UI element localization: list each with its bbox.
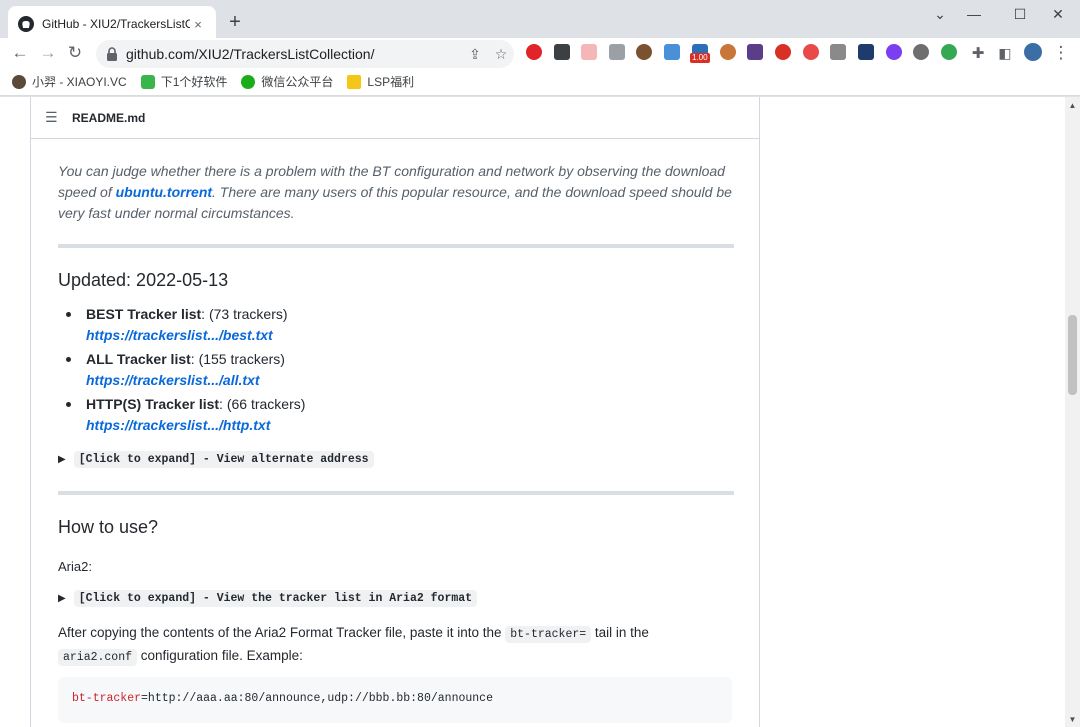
tab-close-button[interactable]: × bbox=[190, 16, 206, 32]
bookmark-label: 小羿 - XIAOYI.VC bbox=[32, 75, 127, 89]
readme-filename: README.md bbox=[72, 110, 146, 125]
right-sidebar bbox=[760, 97, 1065, 727]
bookmarks-bar: 小羿 - XIAOYI.VC 下1个好软件 微信公众平台 LSP福利 bbox=[0, 68, 1080, 96]
bookmark-label: LSP福利 bbox=[367, 75, 415, 89]
tracker-link[interactable]: https://trackerslist.../best.txt bbox=[86, 325, 734, 346]
page-viewport: ☰ README.md You can judge whether there … bbox=[0, 97, 1080, 727]
wechat-icon bbox=[241, 74, 256, 89]
tracker-count: : (155 trackers) bbox=[190, 351, 285, 367]
title-bar: GitHub - XIU2/TrackersListColl × + ⌄ — ☐… bbox=[0, 0, 1080, 42]
new-tab-button[interactable]: + bbox=[224, 11, 246, 33]
extension-icon[interactable] bbox=[554, 44, 570, 60]
list-item: ALL Tracker list: (155 trackers) https://… bbox=[58, 349, 734, 391]
aria2-conf-code: aria2.conf bbox=[58, 649, 138, 666]
tracker-name: ALL Tracker list bbox=[86, 351, 191, 367]
alternate-address-toggle[interactable]: ▶ [Click to expand] - View alternate add… bbox=[58, 451, 374, 468]
url-text: github.com/XIU2/TrackersListCollection/ bbox=[126, 46, 375, 62]
github-icon bbox=[18, 16, 34, 32]
avatar[interactable] bbox=[1024, 43, 1042, 61]
bookmark-label: 微信公众平台 bbox=[261, 75, 334, 89]
reload-icon[interactable]: ↻ bbox=[64, 42, 86, 64]
extension-icon[interactable] bbox=[803, 44, 819, 60]
usage-paragraph: After copying the contents of the Aria2 … bbox=[58, 622, 698, 668]
extension-icon[interactable] bbox=[913, 44, 929, 60]
triangle-right-icon: ▶ bbox=[58, 454, 66, 465]
bookmark-icon bbox=[12, 74, 26, 89]
extension-icon[interactable] bbox=[941, 44, 957, 60]
list-icon[interactable]: ☰ bbox=[45, 109, 59, 126]
browser-toolbar: ← → ↻ github.com/XIU2/TrackersListCollec… bbox=[0, 38, 1080, 68]
extension-icon[interactable] bbox=[886, 44, 902, 60]
scroll-up-icon[interactable]: ▲ bbox=[1065, 97, 1080, 113]
code-key: bt-tracker bbox=[72, 692, 142, 705]
list-item: BEST Tracker list: (73 trackers) https://… bbox=[58, 304, 734, 346]
opera-extension-icon[interactable] bbox=[526, 44, 542, 60]
bt-tracker-code: bt-tracker= bbox=[505, 626, 592, 643]
divider bbox=[58, 491, 734, 495]
address-bar[interactable]: github.com/XIU2/TrackersListCollection/ … bbox=[96, 40, 514, 68]
code-block[interactable]: bt-tracker=http://aaa.aa:80/announce,udp… bbox=[58, 677, 732, 723]
extension-icon[interactable] bbox=[664, 44, 680, 60]
tracker-name: HTTP(S) Tracker list bbox=[86, 396, 220, 412]
forward-icon[interactable]: → bbox=[37, 42, 59, 64]
readme-header: ☰ README.md bbox=[31, 97, 759, 139]
bookmark-label: 下1个好软件 bbox=[160, 75, 228, 89]
tracker-count: : (73 trackers) bbox=[201, 306, 288, 322]
browser-tab[interactable]: GitHub - XIU2/TrackersListColl × bbox=[8, 6, 216, 42]
tracker-name: BEST Tracker list bbox=[86, 306, 202, 322]
side-panel-icon[interactable]: ◧ bbox=[994, 42, 1016, 64]
triangle-right-icon: ▶ bbox=[58, 593, 66, 604]
usage-text: configuration file. Example: bbox=[137, 648, 303, 663]
extension-icon[interactable] bbox=[636, 44, 652, 60]
intro-paragraph: You can judge whether there is a problem… bbox=[58, 161, 734, 224]
extension-icon[interactable] bbox=[830, 44, 846, 60]
close-window-button[interactable]: ✕ bbox=[1038, 4, 1078, 24]
divider bbox=[58, 244, 734, 248]
tab-title: GitHub - XIU2/TrackersListColl bbox=[42, 17, 190, 31]
scrollbar-thumb[interactable] bbox=[1068, 315, 1077, 395]
expand-alternate-label: [Click to expand] - View alternate addre… bbox=[73, 451, 374, 468]
left-gutter bbox=[0, 97, 30, 727]
howto-heading: How to use? bbox=[58, 517, 159, 537]
bookmark-item[interactable]: 微信公众平台 bbox=[241, 73, 333, 90]
tracker-link[interactable]: https://trackerslist.../all.txt bbox=[86, 370, 734, 391]
extension-icon[interactable] bbox=[747, 44, 763, 60]
bookmark-item[interactable]: 小羿 - XIAOYI.VC bbox=[12, 73, 127, 90]
share-icon[interactable]: ⇪ bbox=[462, 46, 488, 63]
menu-icon[interactable]: ⋮ bbox=[1050, 42, 1072, 64]
scroll-down-icon[interactable]: ▼ bbox=[1065, 711, 1080, 727]
tracker-count: : (66 trackers) bbox=[219, 396, 306, 412]
extension-icon[interactable] bbox=[581, 44, 597, 60]
vertical-scrollbar[interactable]: ▲ ▼ bbox=[1065, 97, 1080, 727]
extension-icon[interactable]: 1.00 bbox=[690, 44, 710, 63]
list-item: HTTP(S) Tracker list: (66 trackers) https… bbox=[58, 394, 734, 436]
bookmark-icon bbox=[140, 74, 155, 89]
extension-icon[interactable] bbox=[775, 44, 791, 60]
extension-icon[interactable] bbox=[720, 44, 736, 60]
extension-badge: 1.00 bbox=[690, 53, 710, 63]
star-icon[interactable]: ☆ bbox=[488, 46, 514, 63]
tracker-list: BEST Tracker list: (73 trackers) https://… bbox=[58, 304, 734, 439]
lock-icon bbox=[107, 47, 117, 61]
folder-icon bbox=[347, 74, 362, 89]
readme-panel: ☰ README.md You can judge whether there … bbox=[30, 97, 760, 727]
usage-text: tail in the bbox=[591, 625, 649, 640]
tracker-link[interactable]: https://trackerslist.../http.txt bbox=[86, 415, 734, 436]
ubuntu-torrent-link[interactable]: ubuntu.torrent bbox=[116, 184, 212, 200]
extension-icon[interactable] bbox=[609, 44, 625, 60]
usage-text: After copying the contents of the Aria2 … bbox=[58, 625, 506, 640]
aria2-format-toggle[interactable]: ▶ [Click to expand] - View the tracker l… bbox=[58, 590, 478, 607]
minimize-button[interactable]: — bbox=[954, 4, 994, 24]
bookmark-item[interactable]: LSP福利 bbox=[347, 73, 414, 90]
code-value: =http://aaa.aa:80/announce,udp://bbb.bb:… bbox=[141, 692, 493, 705]
puzzle-icon[interactable]: ✚ bbox=[967, 42, 989, 64]
back-icon[interactable]: ← bbox=[9, 42, 31, 64]
bookmark-item[interactable]: 下1个好软件 bbox=[140, 73, 228, 90]
aria2-label: Aria2: bbox=[58, 559, 92, 574]
extension-icon[interactable] bbox=[858, 44, 874, 60]
updated-heading: Updated: 2022-05-13 bbox=[58, 270, 229, 290]
maximize-button[interactable]: ☐ bbox=[1000, 4, 1040, 24]
expand-aria2-label: [Click to expand] - View the tracker lis… bbox=[73, 590, 478, 607]
